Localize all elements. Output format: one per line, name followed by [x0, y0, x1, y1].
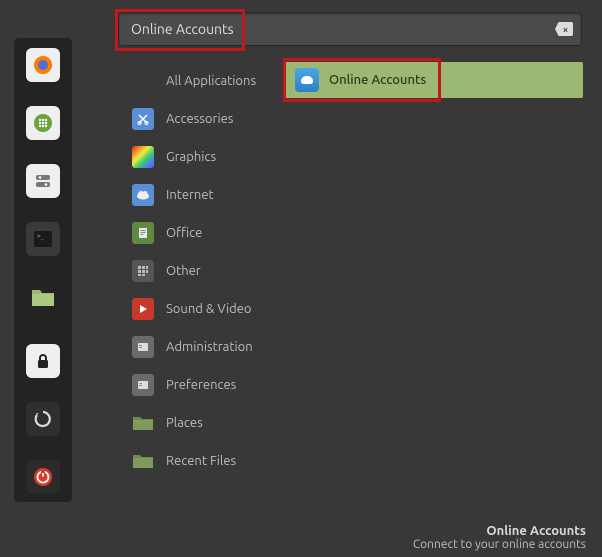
sidebar-logout[interactable]	[26, 402, 60, 436]
category-label: All Applications	[166, 74, 256, 88]
tooltip-title: Online Accounts	[413, 524, 586, 538]
category-label: Accessories	[166, 112, 233, 126]
sidebar-firefox[interactable]	[26, 48, 60, 82]
category-preferences[interactable]: Preferences	[118, 366, 278, 404]
result-label: Online Accounts	[329, 73, 426, 87]
category-other[interactable]: Other	[118, 252, 278, 290]
category-accessories[interactable]: Accessories	[118, 100, 278, 138]
play-icon	[132, 298, 154, 320]
results-panel: Online Accounts	[285, 62, 583, 98]
sidebar-settings[interactable]	[26, 164, 60, 198]
grid-icon	[132, 260, 154, 282]
category-internet[interactable]: Internet	[118, 176, 278, 214]
category-label: Graphics	[166, 150, 216, 164]
category-administration[interactable]: Administration	[118, 328, 278, 366]
category-sound-video[interactable]: Sound & Video	[118, 290, 278, 328]
category-label: Recent Files	[166, 454, 236, 468]
sidebar-power[interactable]	[26, 460, 60, 494]
category-label: Sound & Video	[166, 302, 252, 316]
category-list: All Applications Accessories Graphics In…	[118, 62, 278, 480]
online-accounts-icon	[295, 68, 319, 92]
sidebar-files[interactable]	[26, 280, 60, 314]
panel-icon	[132, 336, 154, 358]
result-online-accounts[interactable]: Online Accounts	[285, 62, 583, 98]
tooltip-description: Connect to your online accounts	[413, 538, 586, 551]
category-places[interactable]: Places	[118, 404, 278, 442]
document-icon	[132, 222, 154, 244]
folder-icon	[132, 450, 154, 472]
category-label: Office	[166, 226, 202, 240]
clear-search-icon[interactable]	[555, 22, 573, 36]
folder-icon	[132, 412, 154, 434]
category-recent-files[interactable]: Recent Files	[118, 442, 278, 480]
category-office[interactable]: Office	[118, 214, 278, 252]
category-label: Places	[166, 416, 203, 430]
sidebar-apps[interactable]	[26, 106, 60, 140]
svg-text:>_: >_	[37, 233, 45, 240]
category-label: Administration	[166, 340, 253, 354]
favorites-sidebar: >_	[14, 38, 72, 502]
category-label: Preferences	[166, 378, 236, 392]
sidebar-terminal[interactable]: >_	[26, 222, 60, 256]
rainbow-icon	[132, 146, 154, 168]
category-all[interactable]: All Applications	[118, 62, 278, 100]
category-label: Other	[166, 264, 201, 278]
search-input[interactable]	[131, 21, 555, 37]
category-label: Internet	[166, 188, 214, 202]
category-graphics[interactable]: Graphics	[118, 138, 278, 176]
scissors-icon	[132, 108, 154, 130]
result-tooltip: Online Accounts Connect to your online a…	[413, 524, 586, 551]
search-bar	[118, 12, 582, 46]
panel-icon	[132, 374, 154, 396]
cloud-icon	[132, 184, 154, 206]
sidebar-lock[interactable]	[26, 344, 60, 378]
